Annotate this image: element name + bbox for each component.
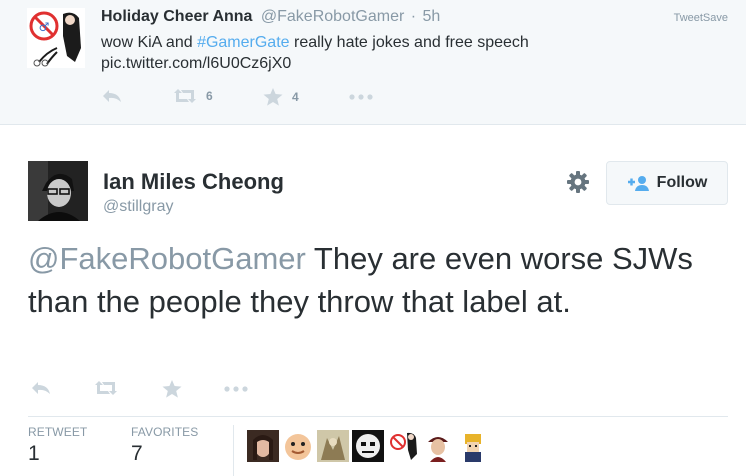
main-tweet: Ian Miles Cheong @stillgray Follow @Fake… xyxy=(0,125,746,476)
retweet-stat[interactable]: RETWEET 1 xyxy=(28,425,87,466)
parent-author-name[interactable]: Holiday Cheer Anna xyxy=(101,8,252,25)
favorite-icon xyxy=(263,88,283,106)
favoriter-avatar[interactable] xyxy=(317,430,349,462)
main-favorite-button[interactable] xyxy=(162,380,182,398)
favorites-stat-label: FAVORITES xyxy=(131,425,199,439)
parent-retweet-count: 6 xyxy=(206,89,213,103)
stats-divider xyxy=(28,416,728,417)
favoriter-avatar[interactable] xyxy=(457,430,489,462)
retweet-stat-label: RETWEET xyxy=(28,425,88,439)
parent-more-button[interactable] xyxy=(349,94,373,100)
follow-label: Follow xyxy=(656,174,708,191)
main-author-handle[interactable]: @stillgray xyxy=(103,198,173,216)
main-retweet-button[interactable] xyxy=(94,380,118,396)
parent-tweet-text: wow KiA and #GamerGate really hate jokes… xyxy=(101,32,701,74)
follow-button[interactable]: Follow xyxy=(606,161,728,205)
retweet-icon xyxy=(174,89,196,103)
parent-text-after: really hate jokes and free speech xyxy=(289,34,529,51)
gear-icon[interactable] xyxy=(566,170,590,194)
pic-link[interactable]: pic.twitter.com/l6U0Cz6jX0 xyxy=(101,53,701,74)
parent-header: Holiday Cheer Anna @FakeRobotGamer · 5h xyxy=(101,8,440,26)
stats-separator xyxy=(233,425,234,476)
follow-person-icon xyxy=(627,176,649,191)
favoriter-avatar[interactable] xyxy=(387,430,419,462)
parent-favorite-count: 4 xyxy=(292,90,299,104)
parent-favorite-button[interactable]: 4 xyxy=(263,88,299,106)
tweetsave-label[interactable]: TweetSave xyxy=(674,12,728,24)
favoriter-avatar[interactable] xyxy=(247,430,279,462)
reply-icon xyxy=(32,382,50,394)
more-icon xyxy=(224,386,248,392)
parent-tweet: ♂ Holiday Cheer Anna @FakeRobotGamer · 5… xyxy=(0,0,746,125)
favoriter-avatar[interactable] xyxy=(352,430,384,462)
mention-link[interactable]: @FakeRobotGamer xyxy=(28,241,306,276)
main-more-button[interactable] xyxy=(224,386,248,392)
main-reply-button[interactable] xyxy=(30,380,52,396)
main-avatar[interactable] xyxy=(28,161,88,221)
main-tweet-text: @FakeRobotGamer They are even worse SJWs… xyxy=(28,237,728,323)
parent-retweet-button[interactable]: 6 xyxy=(173,88,213,104)
parent-author-handle[interactable]: @FakeRobotGamer xyxy=(261,8,404,25)
parent-text-before: wow KiA and xyxy=(101,34,198,51)
timestamp-separator: · xyxy=(410,8,417,25)
favorite-icon xyxy=(162,380,182,398)
retweet-stat-count: 1 xyxy=(28,442,40,465)
favorites-stat[interactable]: FAVORITES 7 xyxy=(131,425,198,466)
hashtag-link[interactable]: #GamerGate xyxy=(197,34,289,51)
parent-avatar[interactable]: ♂ xyxy=(27,8,85,68)
reply-icon xyxy=(103,90,121,102)
parent-timestamp[interactable]: 5h xyxy=(423,8,441,25)
favoriter-avatar[interactable] xyxy=(282,430,314,462)
more-icon xyxy=(349,94,373,100)
parent-reply-button[interactable] xyxy=(101,88,123,104)
favoriter-avatars xyxy=(247,430,492,462)
favoriter-avatar[interactable] xyxy=(422,430,454,462)
favorites-stat-count: 7 xyxy=(131,442,143,465)
svg-text:♂: ♂ xyxy=(39,20,50,34)
main-author-name[interactable]: Ian Miles Cheong xyxy=(103,169,284,195)
retweet-icon xyxy=(95,381,117,395)
